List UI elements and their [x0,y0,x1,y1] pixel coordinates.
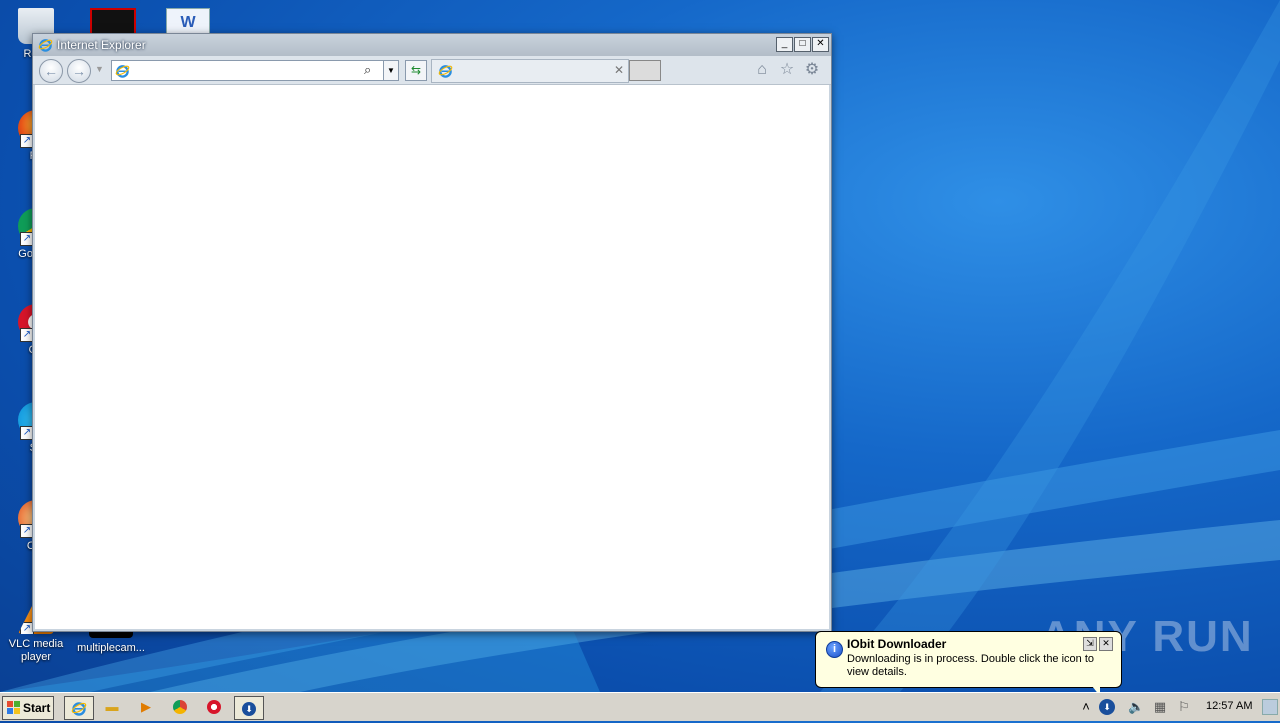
taskbar-media-player-icon[interactable]: ▶ [132,696,160,718]
ie-taskbar-icon [71,702,87,716]
notification-balloon[interactable]: i IObit Downloader Downloading is in pro… [815,631,1122,688]
clock[interactable]: 12:57 AM [1206,700,1252,712]
tab-blank[interactable]: ✕ [431,59,629,83]
new-tab-button[interactable] [629,60,661,81]
start-button[interactable]: Start [2,696,54,720]
balloon-controls: ⇲ ✕ [1083,637,1113,651]
balloon-text: Downloading is in process. Double click … [847,653,1095,678]
taskbar-opera-icon[interactable] [200,696,228,718]
search-icon[interactable]: ⌕ [364,62,371,78]
ie-window[interactable]: Internet Explorer _ □ ✕ ← → ▼ ⌕ ▼ ⇆ ✕ ⌂ … [32,33,832,632]
gear-icon[interactable]: ⚙ [803,61,821,79]
window-controls: _ □ ✕ [776,37,829,52]
favorites-star-icon[interactable]: ☆ [778,61,796,79]
back-button[interactable]: ← [39,59,63,83]
show-desktop-button[interactable] [1262,699,1278,715]
iobit-tray-icon[interactable]: ⬇ [1099,699,1115,715]
start-label: Start [23,701,51,715]
action-center-flag-icon[interactable]: ⚐ [1176,699,1192,715]
title-bar[interactable]: Internet Explorer _ □ ✕ [33,34,831,56]
balloon-close-icon[interactable]: ✕ [1099,637,1113,651]
balloon-title: IObit Downloader [847,637,947,651]
show-hidden-icons-icon[interactable]: ˄ [1078,699,1094,715]
window-title: Internet Explorer [57,38,146,52]
address-bar[interactable]: ⌕ [111,60,399,81]
taskbar: Start ▬ ▶ ⬇ ˄ ⬇ 🔈 ▦ ⚐ 12:57 AM [0,692,1280,721]
address-input[interactable] [132,62,362,78]
maximize-button[interactable]: □ [794,37,811,52]
refresh-icon[interactable]: ⇆ [405,60,427,81]
navigation-toolbar: ← → ▼ ⌕ ▼ ⇆ ✕ ⌂ ☆ ⚙ [33,56,831,85]
minimize-button[interactable]: _ [776,37,793,52]
balloon-options-icon[interactable]: ⇲ [1083,637,1097,651]
ie-logo-icon [38,39,53,52]
address-dropdown-button[interactable]: ▼ [383,60,399,81]
ie-tab-icon [438,65,453,78]
windows-flag-icon [7,701,20,714]
page-content[interactable] [35,85,829,629]
taskbar-internet-explorer[interactable] [64,696,94,720]
taskbar-chrome-icon[interactable] [166,696,194,718]
volume-icon[interactable]: 🔈 [1128,699,1144,715]
forward-button[interactable]: → [67,59,91,83]
home-icon[interactable]: ⌂ [753,61,771,79]
iobit-icon: ⬇ [242,702,256,716]
taskbar-iobit-downloader[interactable]: ⬇ [234,696,264,720]
info-icon: i [826,641,843,658]
network-icon[interactable]: ▦ [1152,699,1168,715]
desktop-icon-label: multiplecam... [77,642,145,654]
ie-page-icon [115,65,130,78]
desktop-icon-label: VLC media player [8,638,64,663]
taskbar-explorer-folder-icon[interactable]: ▬ [98,696,126,718]
recent-pages-dropdown[interactable]: ▼ [95,64,104,74]
close-button[interactable]: ✕ [812,37,829,52]
tab-close-icon[interactable]: ✕ [614,63,624,77]
